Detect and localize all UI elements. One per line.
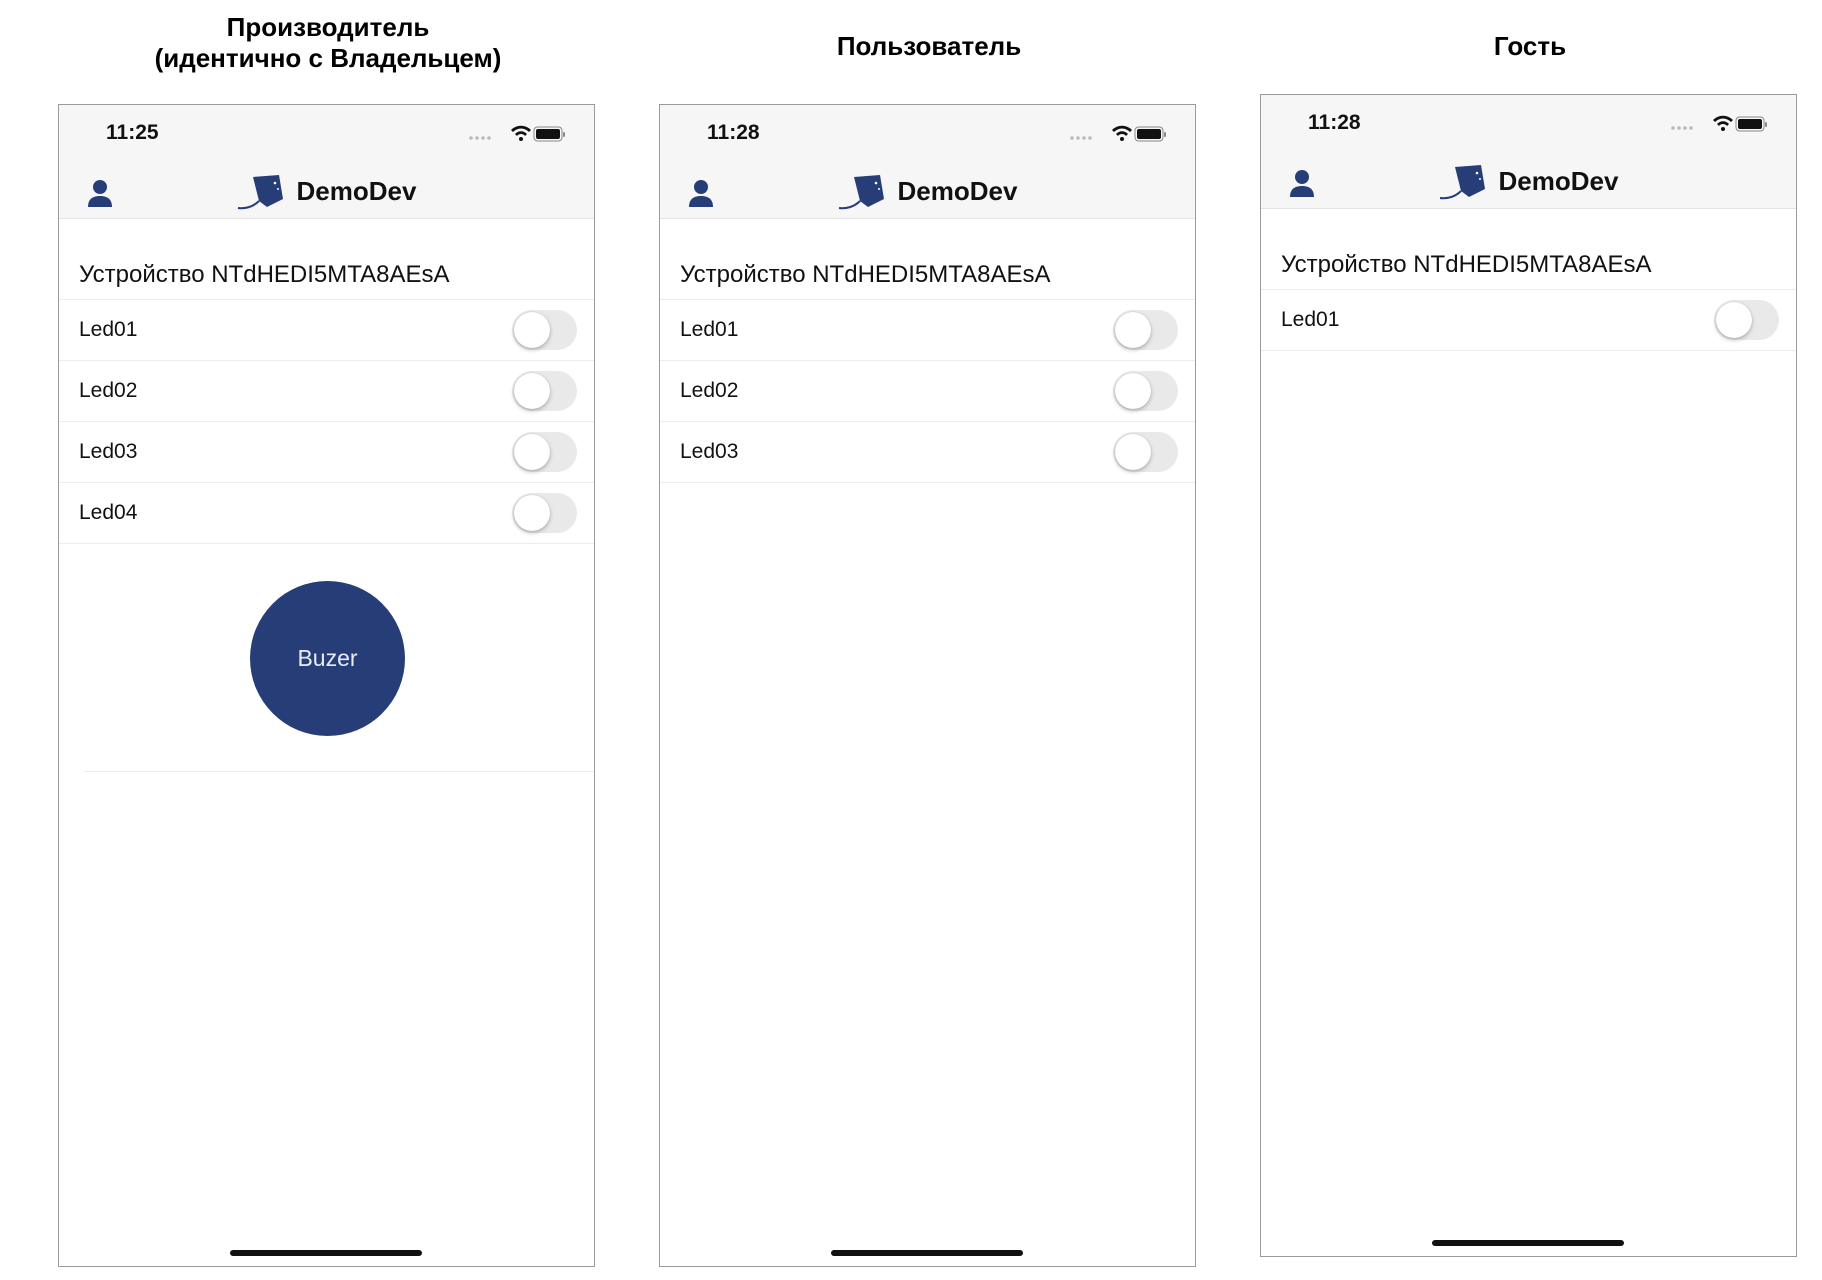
app-brand: DemoDev <box>59 171 594 211</box>
led-toggle[interactable] <box>512 493 577 533</box>
led-label: Led04 <box>79 501 138 524</box>
battery-icon <box>1134 126 1166 142</box>
device-content: Устройство NTdHEDI5MTA8AEsA Led01 Led02 … <box>660 219 1195 483</box>
wifi-icon <box>1112 125 1132 141</box>
stingray-logo-icon <box>838 175 884 210</box>
wifi-icon <box>1713 115 1733 131</box>
toggle-knob <box>514 373 550 409</box>
app-name: DemoDev <box>1498 165 1619 196</box>
led-toggle[interactable] <box>1113 310 1178 350</box>
led-row: Led02 <box>660 361 1195 422</box>
led-row: Led01 <box>660 300 1195 361</box>
led-label: Led02 <box>680 379 739 402</box>
led-toggle[interactable] <box>1113 432 1178 472</box>
home-indicator[interactable] <box>831 1250 1023 1256</box>
led-toggle[interactable] <box>512 371 577 411</box>
column-title: Гость <box>1250 31 1810 62</box>
toggle-knob <box>514 495 550 531</box>
battery-icon <box>533 126 565 142</box>
led-row: Led01 <box>59 300 594 361</box>
column-title-line2: (идентично с Владельцем) <box>154 43 502 73</box>
app-brand: DemoDev <box>1261 161 1796 201</box>
toggle-knob <box>1716 302 1752 338</box>
led-label: Led01 <box>680 318 739 341</box>
cellular-signal-icon <box>1070 136 1092 140</box>
status-time: 11:25 <box>106 121 159 144</box>
battery-icon <box>1735 116 1767 132</box>
led-label: Led03 <box>79 440 138 463</box>
app-name: DemoDev <box>296 175 417 206</box>
device-title: Устройство NTdHEDI5MTA8AEsA <box>59 219 594 300</box>
cellular-signal-icon <box>469 136 491 140</box>
device-content: Устройство NTdHEDI5MTA8AEsA Led01 <box>1261 209 1796 351</box>
device-content: Устройство NTdHEDI5MTA8AEsA Led01 Led02 … <box>59 219 594 772</box>
led-label: Led03 <box>680 440 739 463</box>
led-toggle[interactable] <box>1113 371 1178 411</box>
column-title-line1: Производитель <box>226 12 430 42</box>
cellular-signal-icon <box>1671 126 1693 130</box>
wifi-icon <box>511 125 531 141</box>
app-name: DemoDev <box>897 175 1018 206</box>
toggle-knob <box>1115 312 1151 348</box>
status-time: 11:28 <box>707 121 760 144</box>
status-icons <box>1670 115 1770 133</box>
home-indicator[interactable] <box>1432 1240 1624 1246</box>
led-toggle[interactable] <box>1714 300 1779 340</box>
status-icons <box>1069 125 1169 143</box>
toggle-knob <box>514 312 550 348</box>
column-title-line1: Пользователь <box>836 31 1022 61</box>
led-row: Led04 <box>59 483 594 544</box>
device-title: Устройство NTdHEDI5MTA8AEsA <box>1261 209 1796 290</box>
column-title: Пользователь <box>649 31 1209 62</box>
phone-screen: 11:28 DemoDev Устройство NTdHEDI5MTA8AEs… <box>1260 94 1797 1257</box>
led-label: Led01 <box>79 318 138 341</box>
led-label: Led02 <box>79 379 138 402</box>
led-toggle[interactable] <box>512 432 577 472</box>
stingray-logo-icon <box>237 175 283 210</box>
navigation-bar: 11:28 DemoDev <box>1261 95 1796 209</box>
buzer-button[interactable]: Buzer <box>250 581 405 736</box>
app-brand: DemoDev <box>660 171 1195 211</box>
led-row: Led01 <box>1261 290 1796 351</box>
phone-screen: 11:28 DemoDev Устройство NTdHEDI5MTA8AEs… <box>659 104 1196 1267</box>
navigation-bar: 11:25 DemoDev <box>59 105 594 219</box>
column-title: Производитель (идентично с Владельцем) <box>48 12 608 74</box>
stingray-logo-icon <box>1439 165 1485 200</box>
led-row: Led03 <box>660 422 1195 483</box>
led-toggle[interactable] <box>512 310 577 350</box>
status-icons <box>468 125 568 143</box>
toggle-knob <box>1115 373 1151 409</box>
toggle-knob <box>514 434 550 470</box>
device-title: Устройство NTdHEDI5MTA8AEsA <box>660 219 1195 300</box>
status-time: 11:28 <box>1308 111 1361 134</box>
phone-screen: 11:25 DemoDev Устройство NTdHEDI5MTA8AEs… <box>58 104 595 1267</box>
buzer-area: Buzer <box>84 544 594 772</box>
led-label: Led01 <box>1281 308 1340 331</box>
led-row: Led02 <box>59 361 594 422</box>
navigation-bar: 11:28 DemoDev <box>660 105 1195 219</box>
column-title-line1: Гость <box>1493 31 1567 61</box>
toggle-knob <box>1115 434 1151 470</box>
home-indicator[interactable] <box>230 1250 422 1256</box>
led-row: Led03 <box>59 422 594 483</box>
